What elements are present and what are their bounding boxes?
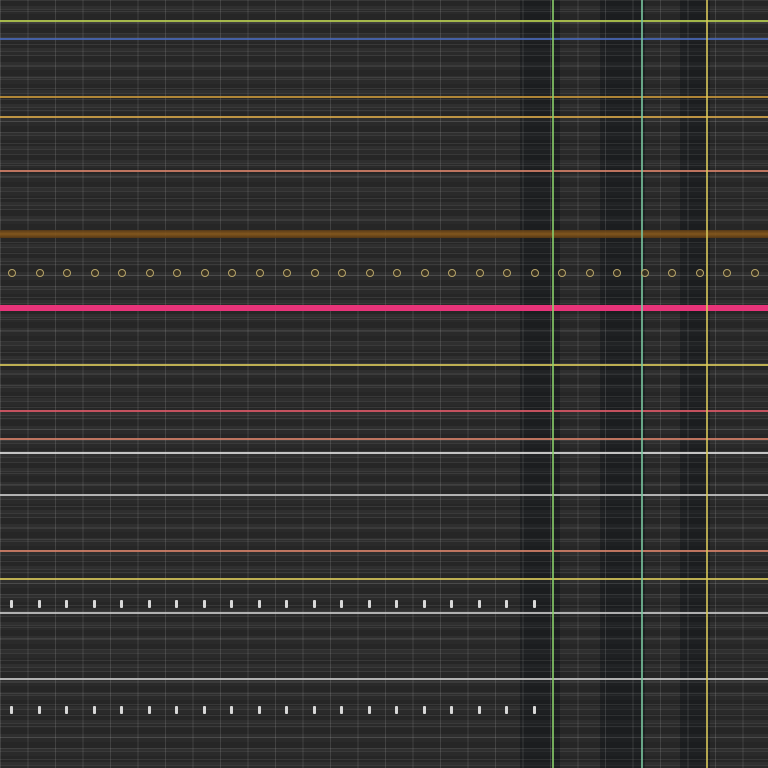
tick-mark xyxy=(175,706,178,714)
orange-line-1 xyxy=(0,96,768,98)
white-line-4 xyxy=(0,678,768,680)
ring-marker xyxy=(200,269,209,277)
ring-marker xyxy=(613,269,621,277)
dot-row xyxy=(0,268,768,278)
white-line-1 xyxy=(0,452,768,454)
glitch-grid-canvas xyxy=(0,0,768,768)
ring-marker xyxy=(365,269,374,277)
tick-mark xyxy=(340,706,343,714)
yellow-vertical-line xyxy=(706,0,708,768)
white-line-2 xyxy=(0,494,768,496)
tick-mark xyxy=(147,706,151,714)
tick-mark xyxy=(120,706,123,714)
tick-mark xyxy=(92,706,96,714)
tick-mark xyxy=(37,706,41,714)
brown-band xyxy=(0,230,768,238)
tick-mark xyxy=(505,600,508,608)
tick-mark xyxy=(505,706,508,714)
ring-marker xyxy=(35,269,44,277)
tick-mark xyxy=(450,706,453,714)
yellow-line-1 xyxy=(0,364,768,366)
tick-mark xyxy=(312,706,316,714)
tick-mark xyxy=(202,600,206,608)
ring-marker xyxy=(338,269,346,277)
tick-mark xyxy=(367,600,371,608)
tick-mark xyxy=(312,600,316,608)
ring-marker xyxy=(310,269,319,277)
green-vertical-line xyxy=(552,0,554,768)
salmon-line-2 xyxy=(0,438,768,440)
ring-marker xyxy=(695,269,704,277)
ring-marker xyxy=(750,269,759,277)
ring-marker xyxy=(420,269,429,277)
ring-marker xyxy=(63,269,71,277)
yellow-line-2 xyxy=(0,578,768,580)
ring-marker xyxy=(503,269,511,277)
pink-band xyxy=(0,305,768,311)
ring-marker xyxy=(393,269,401,277)
tick-mark xyxy=(340,600,343,608)
tick-mark xyxy=(202,706,206,714)
tick-mark xyxy=(92,600,96,608)
tick-mark xyxy=(257,600,261,608)
ring-marker xyxy=(255,269,264,277)
tick-mark xyxy=(120,600,123,608)
tick-mark xyxy=(395,600,398,608)
white-line-3 xyxy=(0,612,768,614)
ring-marker xyxy=(145,269,154,277)
red-line-1 xyxy=(0,410,768,412)
tick-mark xyxy=(285,600,288,608)
ring-marker xyxy=(530,269,539,277)
ring-marker xyxy=(475,269,484,277)
salmon-line-1 xyxy=(0,170,768,172)
tick-mark xyxy=(175,600,178,608)
tick-mark xyxy=(230,600,233,608)
ring-marker xyxy=(118,269,126,277)
tick-mark xyxy=(367,706,371,714)
tick-mark xyxy=(257,706,261,714)
tick-mark xyxy=(147,600,151,608)
tick-mark xyxy=(532,600,536,608)
ring-marker xyxy=(668,269,676,277)
ring-marker xyxy=(283,269,291,277)
tick-row xyxy=(0,600,768,610)
ring-marker xyxy=(585,269,594,277)
tick-mark xyxy=(65,600,68,608)
tick-mark xyxy=(285,706,288,714)
tick-mark xyxy=(230,706,233,714)
tick-mark xyxy=(37,600,41,608)
ring-marker xyxy=(8,269,16,277)
tick-row xyxy=(0,706,768,716)
tick-mark xyxy=(65,706,68,714)
tick-mark xyxy=(422,600,426,608)
tick-mark xyxy=(10,706,13,714)
ring-marker xyxy=(173,269,181,277)
blue-line-top xyxy=(0,38,768,40)
tick-mark xyxy=(477,706,481,714)
ring-marker xyxy=(228,269,236,277)
tick-mark xyxy=(422,706,426,714)
orange-line-2 xyxy=(0,116,768,118)
tick-mark xyxy=(477,600,481,608)
ring-marker xyxy=(90,269,99,277)
ring-marker xyxy=(448,269,456,277)
ring-marker xyxy=(723,269,731,277)
salmon-line-3 xyxy=(0,550,768,552)
teal-vertical-line xyxy=(641,0,643,768)
ring-marker xyxy=(640,269,649,277)
tick-mark xyxy=(450,600,453,608)
ring-marker xyxy=(558,269,566,277)
tick-mark xyxy=(395,706,398,714)
tick-mark xyxy=(532,706,536,714)
tick-mark xyxy=(10,600,13,608)
yellow-green-line-top xyxy=(0,20,768,22)
